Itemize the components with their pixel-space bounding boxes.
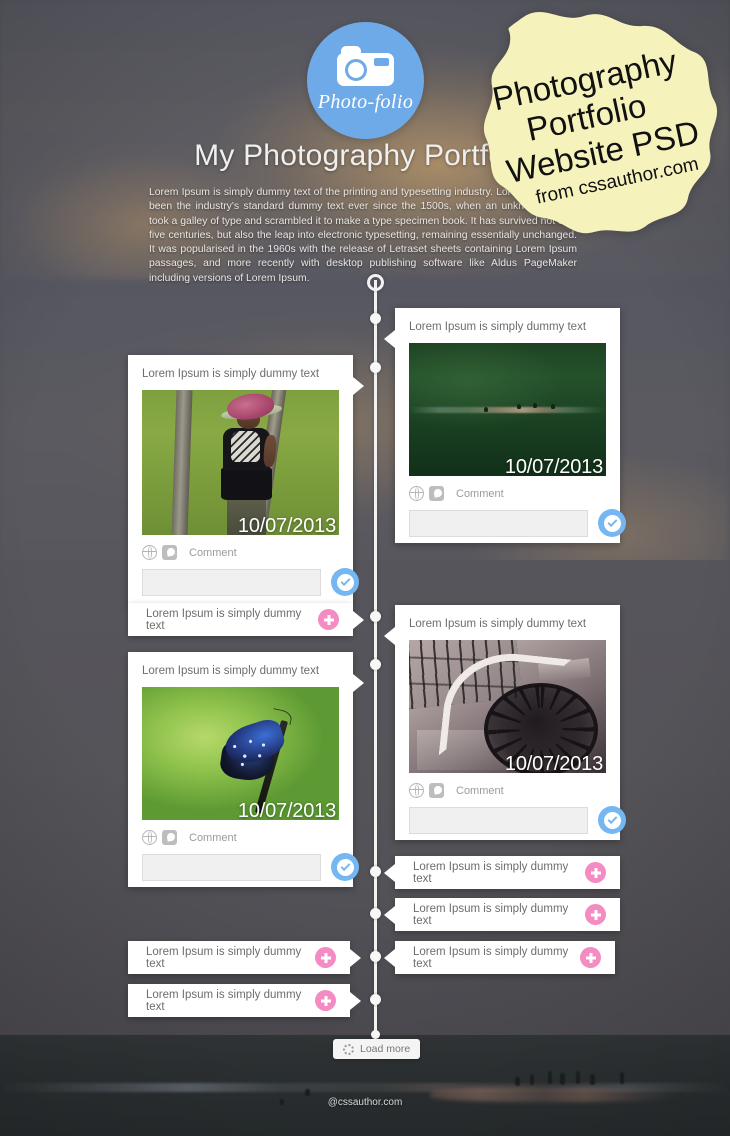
post-card[interactable]: Lorem Ipsum is simply dummy text 10/07/2… (128, 652, 364, 887)
post-title: Lorem Ipsum is simply dummy text (409, 321, 587, 333)
post-title: Lorem Ipsum is simply dummy text (142, 665, 320, 677)
post-card-mini[interactable]: Lorem Ipsum is simply dummy text (384, 856, 620, 889)
post-title: Lorem Ipsum is simply dummy text (146, 945, 302, 970)
timeline-dot (370, 659, 381, 670)
post-meta: Comment (395, 476, 620, 501)
post-card-mini[interactable]: Lorem Ipsum is simply dummy text (128, 941, 361, 974)
note-icon[interactable] (162, 830, 177, 845)
timeline-dot (370, 908, 381, 919)
post-meta: Comment (395, 773, 620, 798)
post-meta: Comment (128, 535, 353, 560)
post-date: 10/07/2013 (504, 456, 603, 476)
add-post-button[interactable] (580, 947, 601, 968)
load-more-button[interactable]: Load more (333, 1039, 421, 1059)
post-card[interactable]: Lorem Ipsum is simply dummy text 10/07/2… (384, 605, 626, 840)
note-icon[interactable] (429, 486, 444, 501)
timeline-dot (370, 362, 381, 373)
camera-icon (337, 46, 394, 86)
add-post-button[interactable] (315, 947, 336, 968)
comment-input[interactable] (142, 853, 321, 881)
timeline-dot (370, 951, 381, 962)
logo-label: Photo-folio (317, 91, 414, 113)
callout-arrow-icon (384, 905, 395, 924)
comment-row (395, 501, 626, 551)
post-title: Lorem Ipsum is simply dummy text (142, 368, 320, 380)
post-title: Lorem Ipsum is simply dummy text (146, 607, 302, 632)
add-post-button[interactable] (585, 862, 606, 883)
callout-arrow-icon (350, 948, 361, 967)
post-date: 10/07/2013 (237, 800, 336, 820)
post-comment-button[interactable] (598, 509, 626, 537)
post-title: Lorem Ipsum is simply dummy text (413, 945, 569, 970)
callout-arrow-icon (384, 948, 395, 967)
post-photo[interactable]: 10/07/2013 (142, 687, 339, 820)
post-photo[interactable]: 10/07/2013 (409, 343, 606, 476)
callout-arrow-icon (353, 674, 364, 692)
post-date: 10/07/2013 (237, 515, 336, 535)
footer-credit: @cssauthor.com (327, 1097, 403, 1108)
timeline-dot (370, 866, 381, 877)
spinner-icon (343, 1043, 354, 1055)
post-photo[interactable]: 10/07/2013 (142, 390, 339, 535)
post-title: Lorem Ipsum is simply dummy text (146, 988, 302, 1013)
note-icon[interactable] (429, 783, 444, 798)
post-card-mini[interactable]: Lorem Ipsum is simply dummy text (128, 603, 364, 636)
comment-input[interactable] (409, 806, 588, 834)
post-comment-button[interactable] (331, 568, 359, 596)
callout-arrow-icon (353, 610, 364, 629)
add-post-button[interactable] (585, 904, 606, 925)
comment-input[interactable] (409, 509, 588, 537)
add-post-button[interactable] (315, 990, 336, 1011)
callout-arrow-icon (384, 863, 395, 882)
comment-label: Comment (456, 784, 504, 797)
timeline-dot (370, 994, 381, 1005)
globe-icon[interactable] (142, 545, 157, 560)
post-title: Lorem Ipsum is simply dummy text (409, 618, 587, 630)
post-card-mini[interactable]: Lorem Ipsum is simply dummy text (128, 984, 361, 1017)
post-title: Lorem Ipsum is simply dummy text (413, 860, 569, 885)
add-post-button[interactable] (318, 609, 339, 630)
post-date: 10/07/2013 (504, 753, 603, 773)
callout-arrow-icon (350, 991, 361, 1010)
post-card[interactable]: Lorem Ipsum is simply dummy text 10/07/2… (128, 355, 364, 605)
timeline-end-marker (371, 1030, 380, 1039)
post-comment-button[interactable] (598, 806, 626, 834)
callout-arrow-icon (384, 330, 395, 348)
timeline-dot (370, 313, 381, 324)
globe-icon[interactable] (409, 486, 424, 501)
globe-icon[interactable] (142, 830, 157, 845)
globe-icon[interactable] (409, 783, 424, 798)
comment-label: Comment (189, 831, 237, 844)
post-photo[interactable]: 10/07/2013 (409, 640, 606, 773)
comment-label: Comment (189, 546, 237, 559)
timeline-top-marker (367, 274, 384, 291)
timeline-dot (370, 611, 381, 622)
site-logo[interactable]: Photo-folio (307, 22, 424, 139)
post-card-mini[interactable]: Lorem Ipsum is simply dummy text (384, 941, 615, 974)
load-more-label: Load more (360, 1043, 411, 1055)
comment-label: Comment (456, 487, 504, 500)
comment-input[interactable] (142, 568, 321, 596)
callout-arrow-icon (353, 377, 364, 395)
post-meta: Comment (128, 820, 353, 845)
callout-arrow-icon (384, 627, 395, 645)
post-card-mini[interactable]: Lorem Ipsum is simply dummy text (384, 898, 620, 931)
comment-row (128, 845, 359, 895)
promo-badge: Photography Portfolio Website PSD from c… (452, 8, 730, 251)
post-card[interactable]: Lorem Ipsum is simply dummy text 10/07/2… (384, 308, 626, 543)
timeline-line (374, 280, 377, 1036)
page-root: Photo-folio My Photography Portfolio Lor… (0, 0, 730, 1136)
comment-row (395, 798, 626, 848)
note-icon[interactable] (162, 545, 177, 560)
post-comment-button[interactable] (331, 853, 359, 881)
post-title: Lorem Ipsum is simply dummy text (413, 902, 569, 927)
